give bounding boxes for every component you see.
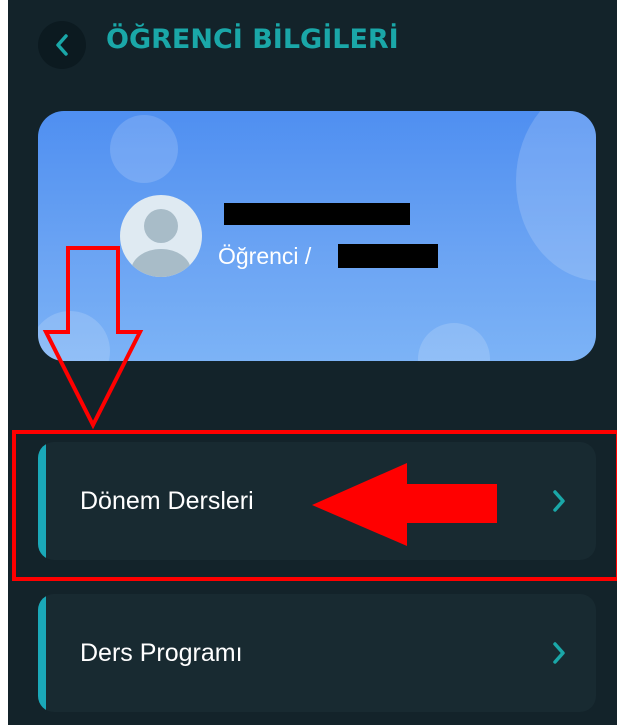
arrow-left-filled-icon bbox=[312, 463, 497, 546]
